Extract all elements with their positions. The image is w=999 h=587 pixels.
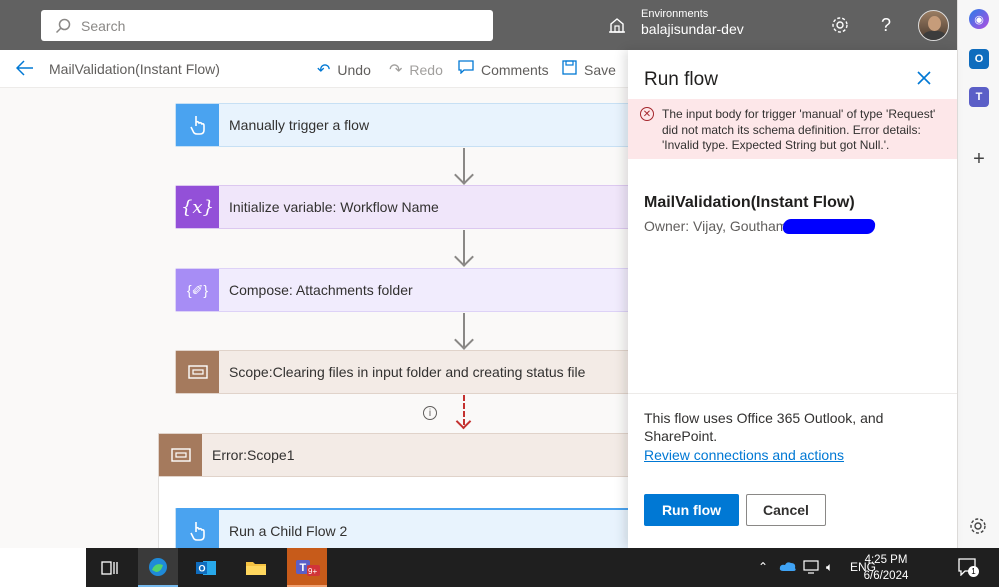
manual-trigger-icon [176, 104, 219, 146]
environments-label: Environments [641, 8, 709, 20]
error-banner: ✕ The input body for trigger 'manual' of… [628, 99, 957, 159]
teams-badge: 9+ [308, 567, 317, 576]
step-card-error-scope[interactable]: Error:Scope1 [158, 433, 628, 477]
panel-flow-name: MailValidation(Instant Flow) [644, 194, 855, 211]
network-icon[interactable] [803, 560, 819, 577]
variable-icon: {x} [176, 186, 219, 228]
review-connections-link[interactable]: Review connections and actions [644, 447, 844, 463]
svg-text:O: O [199, 563, 206, 573]
notification-icon[interactable]: 1 [958, 558, 979, 578]
svg-text:T: T [300, 562, 307, 574]
clock-time: 4:25 PM [864, 554, 908, 566]
step-title: Error:Scope1 [212, 447, 295, 463]
error-icon: ✕ [640, 107, 654, 121]
cancel-button[interactable]: Cancel [746, 494, 826, 526]
save-icon [562, 60, 577, 80]
settings-gear-icon[interactable] [829, 14, 851, 36]
redaction-scribble [781, 219, 877, 234]
copilot-icon[interactable]: ◉ [969, 9, 989, 29]
error-arrow-head [455, 413, 472, 430]
step-card-run-child-flow[interactable]: Run a Child Flow 2 [175, 508, 628, 548]
volume-icon[interactable]: 🔈︎ [826, 560, 833, 575]
undo-button[interactable]: ↶ Undo [317, 60, 371, 80]
step-card-initialize-variable[interactable]: {x} Initialize variable: Workflow Name [175, 185, 628, 229]
scope-icon [176, 351, 219, 393]
environment-icon[interactable] [607, 15, 627, 35]
command-bar: MailValidation(Instant Flow) ↶ Undo ↷ Re… [0, 50, 628, 88]
close-icon[interactable] [917, 68, 931, 91]
environment-picker[interactable]: Environments balajisundar-dev [641, 8, 744, 38]
teams-icon[interactable]: T [969, 87, 989, 107]
file-explorer-icon[interactable] [236, 548, 276, 587]
add-icon[interactable]: + [969, 149, 989, 170]
search-icon [55, 18, 71, 33]
edge-icon[interactable] [138, 548, 178, 587]
run-flow-panel: Run flow ✕ The input body for trigger 'm… [628, 50, 957, 548]
info-icon[interactable]: i [423, 406, 437, 420]
save-button[interactable]: Save [562, 60, 616, 80]
panel-title: Run flow [644, 69, 718, 90]
taskbar-clock[interactable]: 4:25 PM 6/6/2024 [862, 552, 910, 584]
redo-icon: ↷ [389, 62, 403, 79]
step-title: Manually trigger a flow [229, 117, 370, 133]
notification-count: 1 [968, 566, 979, 577]
windows-taskbar: O T 9+ ⌃ 🔈︎ ENG 4:25 PM 6/6/2024 1 [0, 548, 999, 587]
redo-button[interactable]: ↷ Redo [389, 60, 443, 80]
user-avatar[interactable] [918, 10, 949, 41]
scope-icon [159, 434, 202, 476]
step-title: Scope:Clearing files in input folder and… [229, 364, 586, 380]
search-placeholder: Search [81, 17, 126, 34]
step-card-trigger[interactable]: Manually trigger a flow [175, 103, 628, 147]
top-header: Search Environments balajisundar-dev ? [0, 0, 957, 50]
comments-button[interactable]: Comments [458, 60, 549, 79]
taskbar-search-area[interactable] [0, 548, 86, 587]
outlook-icon[interactable]: O [969, 49, 989, 69]
step-title: Compose: Attachments folder [229, 282, 413, 298]
compose-icon: {✐} [176, 269, 219, 311]
arrow-head [454, 165, 474, 185]
panel-divider [628, 393, 957, 394]
flow-name: MailValidation(Instant Flow) [49, 61, 220, 77]
chevron-up-icon[interactable]: ⌃ [758, 560, 768, 574]
connections-text: This flow uses Office 365 Outlook, and S… [644, 410, 884, 445]
environment-name: balajisundar-dev [641, 21, 744, 38]
comment-icon [458, 60, 474, 79]
browser-sidebar: ◉ O T + [957, 0, 999, 548]
sidebar-settings-icon[interactable] [969, 517, 989, 537]
help-icon[interactable]: ? [875, 14, 897, 36]
onedrive-icon[interactable] [779, 560, 797, 575]
search-box[interactable]: Search [41, 10, 493, 41]
step-title: Initialize variable: Workflow Name [229, 199, 439, 215]
run-child-flow-icon [176, 509, 219, 548]
outlook-taskbar-icon[interactable]: O [186, 548, 226, 587]
arrow-head [454, 330, 474, 350]
run-flow-button[interactable]: Run flow [644, 494, 739, 526]
flow-owner: Owner: Vijay, Goutham [644, 218, 788, 234]
step-card-scope[interactable]: Scope:Clearing files in input folder and… [175, 350, 628, 394]
arrow-head [454, 247, 474, 267]
back-arrow-icon[interactable] [15, 59, 34, 82]
step-card-compose[interactable]: {✐} Compose: Attachments folder [175, 268, 628, 312]
flow-canvas: Manually trigger a flow {x} Initialize v… [0, 88, 628, 548]
error-message: The input body for trigger 'manual' of t… [662, 107, 936, 153]
undo-icon: ↶ [317, 62, 331, 79]
step-title: Run a Child Flow 2 [229, 522, 348, 539]
task-view-icon[interactable] [90, 548, 130, 587]
clock-date: 6/6/2024 [863, 570, 909, 583]
teams-taskbar-icon[interactable]: T 9+ [287, 548, 327, 587]
